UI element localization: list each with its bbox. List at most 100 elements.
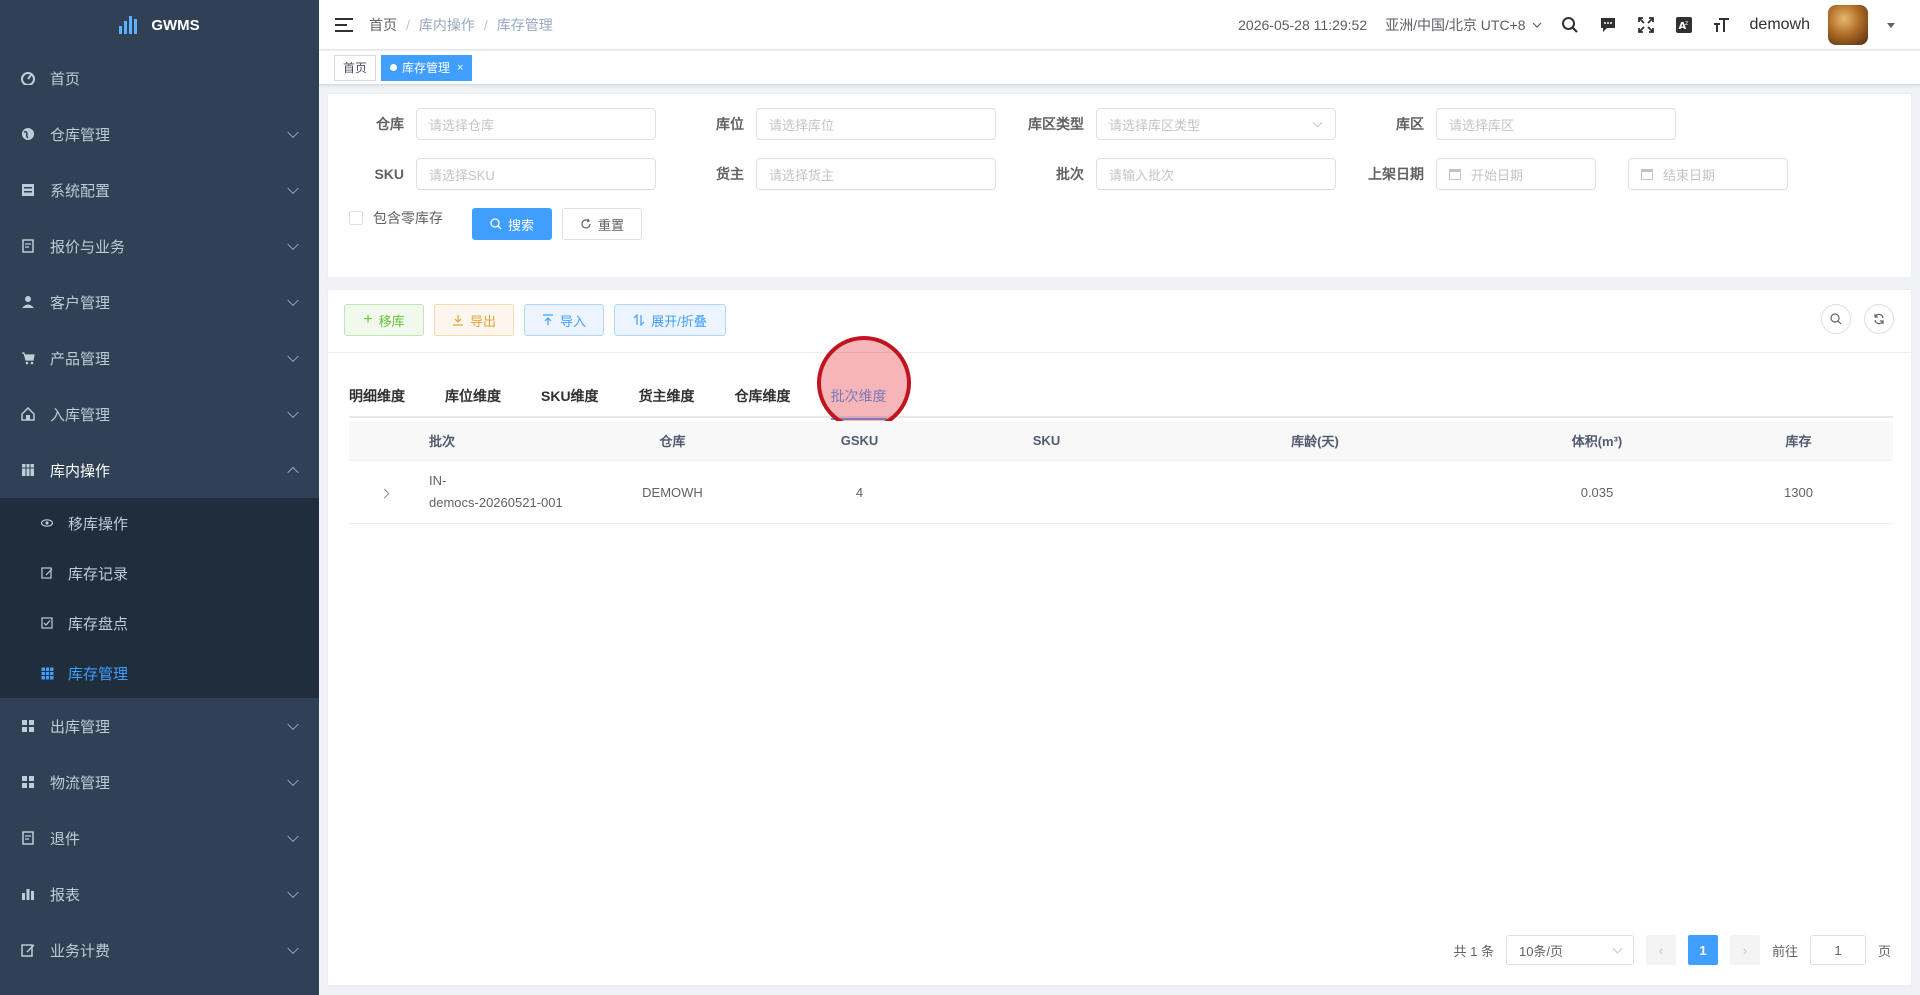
sidebar-item-label: 物流管理 — [50, 774, 111, 792]
avatar[interactable] — [1828, 4, 1868, 45]
page-number-button[interactable]: 1 — [1687, 935, 1718, 965]
sidebar-item-move-stock[interactable]: 移库操作 — [0, 498, 319, 548]
sidebar: GWMS 首页 仓库管理 系统配置 报价与业务 客户管理 产品管理 入库管理 库… — [0, 0, 319, 995]
sku-placeholder: 请选择SKU — [429, 167, 495, 183]
edit-icon — [20, 942, 36, 958]
app-name: GWMS — [151, 16, 200, 34]
breadcrumb: 首页 / 库内操作 / 库存管理 — [369, 15, 553, 35]
sidebar-item-inventory-ops[interactable]: 库内操作 — [0, 442, 319, 498]
chevron-down-icon — [1612, 943, 1623, 954]
chevron-down-icon — [287, 942, 299, 955]
shelf-date-start[interactable]: 开始日期 — [1436, 158, 1596, 190]
svg-text:z: z — [1685, 20, 1688, 27]
sidebar-item-label: 库内操作 — [50, 462, 111, 480]
sidebar-item-quote[interactable]: 报价与业务 — [0, 218, 319, 274]
owner-select[interactable]: 请选择货主 — [756, 158, 996, 190]
export-button[interactable]: 导出 — [434, 304, 514, 336]
close-icon[interactable]: × — [457, 56, 463, 80]
tag-home[interactable]: 首页 — [334, 54, 377, 81]
move-button[interactable]: + 移库 — [344, 304, 424, 336]
search-icon — [490, 218, 502, 230]
chevron-down-icon — [287, 886, 299, 899]
tab-detail[interactable]: 明细维度 — [349, 376, 425, 418]
sidebar-item-warehouse[interactable]: 仓库管理 — [0, 106, 319, 162]
download-icon — [452, 315, 463, 326]
tab-location[interactable]: 库位维度 — [425, 376, 521, 418]
navbar: 首页 / 库内操作 / 库存管理 2026-05-28 11:29:52 亚洲/… — [319, 0, 1920, 50]
action-toolbar: + 移库 导出 导入 展开/折叠 — [344, 304, 726, 336]
sidebar-item-inbound[interactable]: 入库管理 — [0, 386, 319, 442]
pagination: 共 1 条 10条/页 ‹ 1 › 前往 1 页 — [1454, 935, 1891, 965]
warehouse-select[interactable]: 请选择仓库 — [416, 108, 656, 140]
tag-stock-management[interactable]: 库存管理 × — [381, 54, 473, 81]
translate-icon[interactable]: Az — [1674, 15, 1694, 35]
prev-page-button[interactable]: ‹ — [1645, 935, 1676, 965]
tab-batch[interactable]: 批次维度 — [811, 376, 907, 420]
logo-icon — [119, 16, 138, 34]
search-button[interactable]: 搜索 — [472, 208, 552, 240]
search-toggle-button[interactable] — [1821, 304, 1851, 334]
zone-select[interactable]: 请选择库区 — [1436, 108, 1676, 140]
page-unit-label: 页 — [1877, 943, 1891, 959]
export-button-label: 导出 — [469, 313, 496, 329]
col-gsku: GSKU — [840, 433, 879, 448]
timezone-label: 亚洲/中国/北京 UTC+8 — [1385, 16, 1526, 33]
zero-stock-label[interactable]: 包含零库存 — [373, 208, 443, 228]
sidebar-item-label: 报价与业务 — [50, 238, 126, 256]
search-icon[interactable] — [1560, 15, 1580, 35]
expand-cell[interactable] — [349, 485, 419, 500]
warehouse-label: 仓库 — [376, 116, 404, 132]
username[interactable]: demowh — [1750, 16, 1810, 34]
cell-stock: 1300 — [1784, 484, 1813, 500]
sidebar-item-stock-management[interactable]: 库存管理 — [0, 648, 319, 698]
next-page-button[interactable]: › — [1729, 935, 1760, 965]
sidebar-item-system[interactable]: 系统配置 — [0, 162, 319, 218]
sidebar-item-home[interactable]: 首页 — [0, 50, 319, 106]
sidebar-item-billing[interactable]: 业务计费 — [0, 922, 319, 978]
cell-volume: 0.035 — [1580, 484, 1614, 500]
col-stock: 库存 — [1785, 434, 1812, 449]
font-size-icon[interactable] — [1712, 15, 1732, 35]
page-size-select[interactable]: 10条/页 — [1505, 935, 1634, 965]
timezone-select[interactable]: 亚洲/中国/北京 UTC+8 — [1385, 15, 1541, 35]
logo[interactable]: GWMS — [0, 0, 319, 50]
sku-select[interactable]: 请选择SKU — [416, 158, 656, 190]
zone-type-select[interactable]: 请选择库区类型 — [1096, 108, 1336, 140]
sidebar-item-label: 移库操作 — [68, 515, 129, 533]
cell-batch: IN- democs-20260521-001 — [429, 473, 563, 510]
sidebar-item-reports[interactable]: 报表 — [0, 866, 319, 922]
caret-down-icon[interactable] — [1886, 17, 1896, 33]
sidebar-item-stock-records[interactable]: 库存记录 — [0, 548, 319, 598]
document-icon — [20, 238, 36, 254]
location-label: 库位 — [716, 116, 744, 132]
fullscreen-icon[interactable] — [1636, 15, 1656, 35]
shelf-date-end[interactable]: 结束日期 — [1628, 158, 1788, 190]
sidebar-item-stocktake[interactable]: 库存盘点 — [0, 598, 319, 648]
sidebar-item-returns[interactable]: 退件 — [0, 810, 319, 866]
zero-stock-checkbox[interactable] — [349, 211, 363, 225]
breadcrumb-item[interactable]: 首页 — [369, 15, 397, 35]
sidebar-item-customer[interactable]: 客户管理 — [0, 274, 319, 330]
goto-page-input[interactable]: 1 — [1809, 935, 1866, 965]
batch-input[interactable]: 请输入批次 — [1096, 158, 1336, 190]
tab-warehouse[interactable]: 仓库维度 — [715, 376, 811, 418]
table-icon — [40, 666, 54, 680]
reset-button[interactable]: 重置 — [562, 208, 642, 240]
tab-owner[interactable]: 货主维度 — [619, 376, 715, 418]
tab-sku[interactable]: SKU维度 — [521, 376, 619, 418]
inventory-table: 批次 仓库 GSKU SKU 库龄(天) 体积(m³) 库存 IN- democ… — [349, 421, 1893, 524]
owner-label: 货主 — [716, 166, 744, 182]
hamburger-icon[interactable] — [335, 17, 353, 32]
chevron-right-icon[interactable] — [379, 488, 389, 498]
refresh-button[interactable] — [1864, 304, 1894, 334]
import-button[interactable]: 导入 — [524, 304, 604, 336]
col-age: 库龄(天) — [1291, 434, 1339, 449]
sidebar-item-logistics[interactable]: 物流管理 — [0, 754, 319, 810]
sidebar-item-label: 入库管理 — [50, 406, 111, 424]
message-icon[interactable] — [1598, 15, 1618, 35]
location-select[interactable]: 请选择库位 — [756, 108, 996, 140]
table-row[interactable]: IN- democs-20260521-001 DEMOWH 4 0.035 1… — [349, 461, 1893, 524]
sidebar-item-outbound[interactable]: 出库管理 — [0, 698, 319, 754]
sidebar-item-product[interactable]: 产品管理 — [0, 330, 319, 386]
expand-collapse-button[interactable]: 展开/折叠 — [614, 304, 726, 336]
